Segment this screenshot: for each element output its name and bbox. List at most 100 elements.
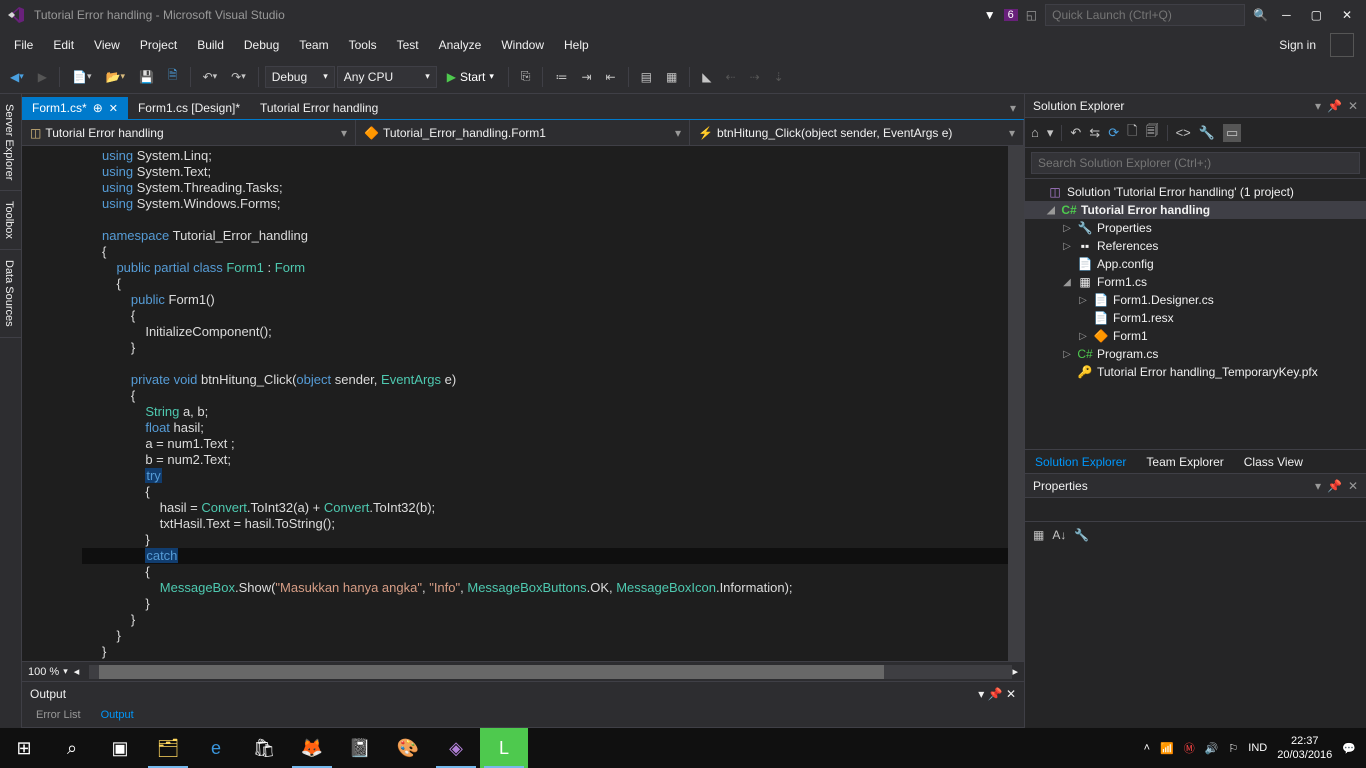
paint[interactable]: 🎨 xyxy=(384,728,432,768)
search-taskbar[interactable]: ⌕ xyxy=(48,728,96,768)
error-list-tab[interactable]: Error List xyxy=(26,706,91,727)
solution-tree[interactable]: ◫Solution 'Tutorial Error handling' (1 p… xyxy=(1025,179,1366,449)
minimize-button[interactable]: ─ xyxy=(1276,6,1297,24)
store[interactable]: 🛍 xyxy=(240,728,288,768)
menu-project[interactable]: Project xyxy=(130,34,187,56)
se-copy-icon[interactable]: 🗐 xyxy=(1146,122,1159,144)
tray-flag-icon[interactable]: ⚐ xyxy=(1228,742,1238,755)
config-combo[interactable]: Debug▾ xyxy=(265,66,335,88)
tree-tempkey[interactable]: 🔑Tutorial Error handling_TemporaryKey.pf… xyxy=(1025,363,1366,381)
start-button[interactable]: ▶Start▾ xyxy=(439,67,502,87)
tree-form1[interactable]: ◢▦Form1.cs xyxy=(1025,273,1366,291)
tb-icon-3[interactable]: ⇥ xyxy=(575,66,597,88)
tb-icon-7[interactable]: ◣ xyxy=(696,66,717,88)
tray-wifi-icon[interactable]: 📶 xyxy=(1160,742,1174,755)
tray-m-icon[interactable]: Ⓜ xyxy=(1184,740,1195,756)
tray-notifications[interactable]: 💬 xyxy=(1342,742,1356,755)
open-file-button[interactable]: 📂▾ xyxy=(99,66,130,88)
menu-view[interactable]: View xyxy=(84,34,130,56)
se-code-icon[interactable]: <> xyxy=(1176,125,1191,140)
se-home-drop[interactable]: ▾ xyxy=(1047,125,1054,141)
props-az-icon[interactable]: A↓ xyxy=(1052,528,1066,542)
se-dropdown[interactable]: ▾ xyxy=(1315,99,1321,113)
tb-icon-9[interactable]: ⇢ xyxy=(744,66,766,88)
nav-project-combo[interactable]: ◫Tutorial Error handling▾ xyxy=(22,120,356,145)
props-dropdown[interactable]: ▾ xyxy=(1315,479,1321,493)
search-icon[interactable]: 🔍 xyxy=(1253,8,1268,22)
notes[interactable]: 📓 xyxy=(336,728,384,768)
se-home-icon[interactable]: ⌂ xyxy=(1031,125,1039,140)
tray-volume-icon[interactable]: 🔊 xyxy=(1205,742,1219,755)
platform-combo[interactable]: Any CPU▾ xyxy=(337,66,437,88)
data-sources-tab[interactable]: Data Sources xyxy=(0,250,21,338)
flag-icon[interactable]: ▼ xyxy=(984,8,996,22)
menu-window[interactable]: Window xyxy=(491,34,554,56)
menu-file[interactable]: File xyxy=(4,34,43,56)
output-dropdown[interactable]: ▾ xyxy=(978,687,984,701)
tree-form1class[interactable]: ▷🔶Form1 xyxy=(1025,327,1366,345)
doc-tab-form1design[interactable]: Form1.cs [Design]* xyxy=(128,97,250,119)
redo-button[interactable]: ↷▾ xyxy=(225,66,252,88)
tree-form1resx[interactable]: 📄Form1.resx xyxy=(1025,309,1366,327)
se-preview-icon[interactable]: ▭ xyxy=(1223,124,1241,142)
line-app[interactable]: L xyxy=(480,728,528,768)
menu-team[interactable]: Team xyxy=(289,34,338,56)
scroll-left[interactable]: ◂ xyxy=(74,665,80,678)
code-editor[interactable]: using System.Linq;using System.Text;usin… xyxy=(22,146,1024,661)
pin-icon[interactable]: ⊕ xyxy=(93,101,103,115)
nav-member-combo[interactable]: ⚡btnHitung_Click(object sender, EventArg… xyxy=(690,120,1024,145)
output-close[interactable]: ✕ xyxy=(1006,687,1016,701)
zoom-combo[interactable]: 100 % xyxy=(28,666,59,678)
undo-button[interactable]: ↶▾ xyxy=(197,66,224,88)
vertical-scrollbar[interactable] xyxy=(1008,146,1024,661)
feedback-icon[interactable]: ◱ xyxy=(1026,8,1037,22)
doc-tab-tutorial[interactable]: Tutorial Error handling xyxy=(250,97,388,119)
tree-form1designer[interactable]: ▷📄Form1.Designer.cs xyxy=(1025,291,1366,309)
nav-forward-button[interactable]: ▶ xyxy=(32,66,53,88)
tree-project[interactable]: ◢C#Tutorial Error handling xyxy=(1025,201,1366,219)
notification-badge[interactable]: 6 xyxy=(1004,9,1018,21)
tb-icon-5[interactable]: ▤ xyxy=(635,66,658,88)
bt-solution-explorer[interactable]: Solution Explorer xyxy=(1025,451,1136,473)
maximize-button[interactable]: ▢ xyxy=(1305,6,1328,24)
nav-back-button[interactable]: ◀ ▾ xyxy=(4,66,30,88)
firefox[interactable]: 🦊 xyxy=(288,728,336,768)
tb-icon-8[interactable]: ⇠ xyxy=(720,66,742,88)
nav-class-combo[interactable]: 🔶Tutorial_Error_handling.Form1▾ xyxy=(356,120,690,145)
props-close[interactable]: ✕ xyxy=(1348,479,1358,493)
menu-debug[interactable]: Debug xyxy=(234,34,289,56)
doc-tab-form1cs[interactable]: Form1.cs*⊕✕ xyxy=(22,97,128,119)
file-explorer[interactable]: 🗂 xyxy=(144,728,192,768)
quick-launch-input[interactable] xyxy=(1045,4,1245,26)
se-pin[interactable]: 📌 xyxy=(1327,99,1342,113)
tree-properties[interactable]: ▷🔧Properties xyxy=(1025,219,1366,237)
se-search-input[interactable] xyxy=(1031,152,1360,174)
se-collapse-icon[interactable]: ⇆ xyxy=(1089,125,1100,141)
tray-lang[interactable]: IND xyxy=(1248,742,1267,754)
props-pin[interactable]: 📌 xyxy=(1327,479,1342,493)
tb-icon-6[interactable]: ▦ xyxy=(660,66,683,88)
toolbox-tab[interactable]: Toolbox xyxy=(0,191,21,250)
avatar-icon[interactable] xyxy=(1330,33,1354,57)
close-icon[interactable]: ✕ xyxy=(109,102,118,115)
start-menu[interactable]: ⊞ xyxy=(0,728,48,768)
task-view[interactable]: ▣ xyxy=(96,728,144,768)
sign-in-link[interactable]: Sign in xyxy=(1269,34,1326,56)
se-refresh-icon[interactable]: ⟳ xyxy=(1108,125,1119,141)
menu-analyze[interactable]: Analyze xyxy=(429,34,492,56)
tray-expand[interactable]: ˄ xyxy=(1144,742,1150,754)
tb-icon-4[interactable]: ⇤ xyxy=(600,66,622,88)
se-props-icon[interactable]: 🔧 xyxy=(1199,125,1215,141)
new-project-button[interactable]: 📄▾ xyxy=(66,66,97,88)
se-showall-icon[interactable]: 🗋 xyxy=(1127,122,1137,144)
tree-references[interactable]: ▷▪▪References xyxy=(1025,237,1366,255)
menu-edit[interactable]: Edit xyxy=(43,34,84,56)
save-button[interactable]: 💾 xyxy=(133,66,160,88)
scroll-right[interactable]: ▸ xyxy=(1012,665,1018,678)
tree-program[interactable]: ▷C#Program.cs xyxy=(1025,345,1366,363)
menu-tools[interactable]: Tools xyxy=(339,34,387,56)
tb-icon-2[interactable]: ≔ xyxy=(549,66,573,88)
horizontal-scrollbar[interactable] xyxy=(89,665,1012,679)
menu-build[interactable]: Build xyxy=(187,34,234,56)
tree-appconfig[interactable]: 📄App.config xyxy=(1025,255,1366,273)
